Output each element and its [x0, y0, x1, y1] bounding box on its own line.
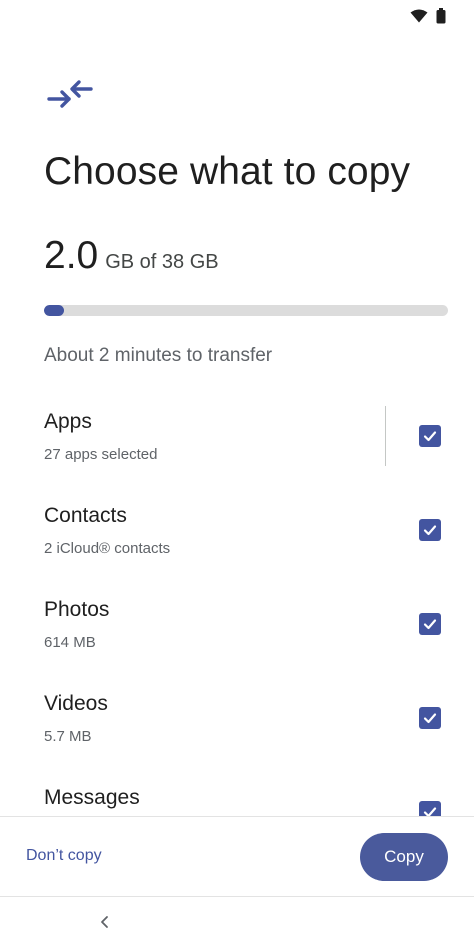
item-title: Photos [44, 598, 110, 621]
list-item-apps[interactable]: Apps 27 apps selected [0, 390, 474, 484]
item-subtitle: 27 apps selected [44, 446, 158, 463]
item-subtitle: 614 MB [44, 634, 96, 651]
messages-checkbox[interactable] [419, 801, 441, 816]
wifi-icon [410, 9, 428, 28]
item-title: Messages [44, 786, 140, 809]
transfer-screen: Choose what to copy 2.0 GB of 38 GB Abou… [0, 0, 474, 948]
storage-progress-fill [44, 305, 65, 316]
photos-checkbox[interactable] [419, 613, 441, 635]
checkmark-icon [423, 619, 437, 630]
item-subtitle: 2 iCloud® contacts [44, 540, 171, 557]
divider [385, 406, 386, 466]
list-item-videos[interactable]: Videos 5.7 MB [0, 672, 474, 766]
category-list: Apps 27 apps selected Contacts 2 iCloud®… [0, 390, 474, 816]
bottom-action-bar: Don’t copy Copy [0, 816, 474, 896]
list-item-contacts[interactable]: Contacts 2 iCloud® contacts [0, 484, 474, 578]
storage-progress-bar [44, 305, 448, 316]
item-title: Contacts [44, 504, 127, 527]
status-bar [0, 0, 474, 32]
list-item-messages[interactable]: Messages [0, 766, 474, 816]
item-title: Apps [44, 410, 92, 433]
checkmark-icon [423, 713, 437, 724]
item-subtitle: 5.7 MB [44, 728, 92, 745]
item-title: Videos [44, 692, 108, 715]
checkmark-icon [423, 431, 437, 442]
transfer-time-estimate: About 2 minutes to transfer [44, 345, 273, 366]
videos-checkbox[interactable] [419, 707, 441, 729]
battery-icon [436, 8, 446, 29]
contacts-checkbox[interactable] [419, 519, 441, 541]
storage-summary: 2.0 GB of 38 GB [44, 234, 219, 278]
apps-checkbox[interactable] [419, 425, 441, 447]
checkmark-icon [423, 807, 437, 816]
storage-used-value: 2.0 [44, 234, 99, 277]
storage-total-label: GB of 38 GB [105, 251, 219, 273]
system-nav-bar [0, 896, 474, 948]
chevron-left-icon[interactable] [96, 911, 114, 933]
copy-button[interactable]: Copy [360, 833, 448, 881]
checkmark-icon [423, 525, 437, 536]
page-title: Choose what to copy [44, 150, 411, 193]
dont-copy-button[interactable]: Don’t copy [26, 847, 102, 865]
status-icons [410, 8, 446, 29]
list-item-photos[interactable]: Photos 614 MB [0, 578, 474, 672]
transfer-arrows-icon [46, 78, 96, 114]
